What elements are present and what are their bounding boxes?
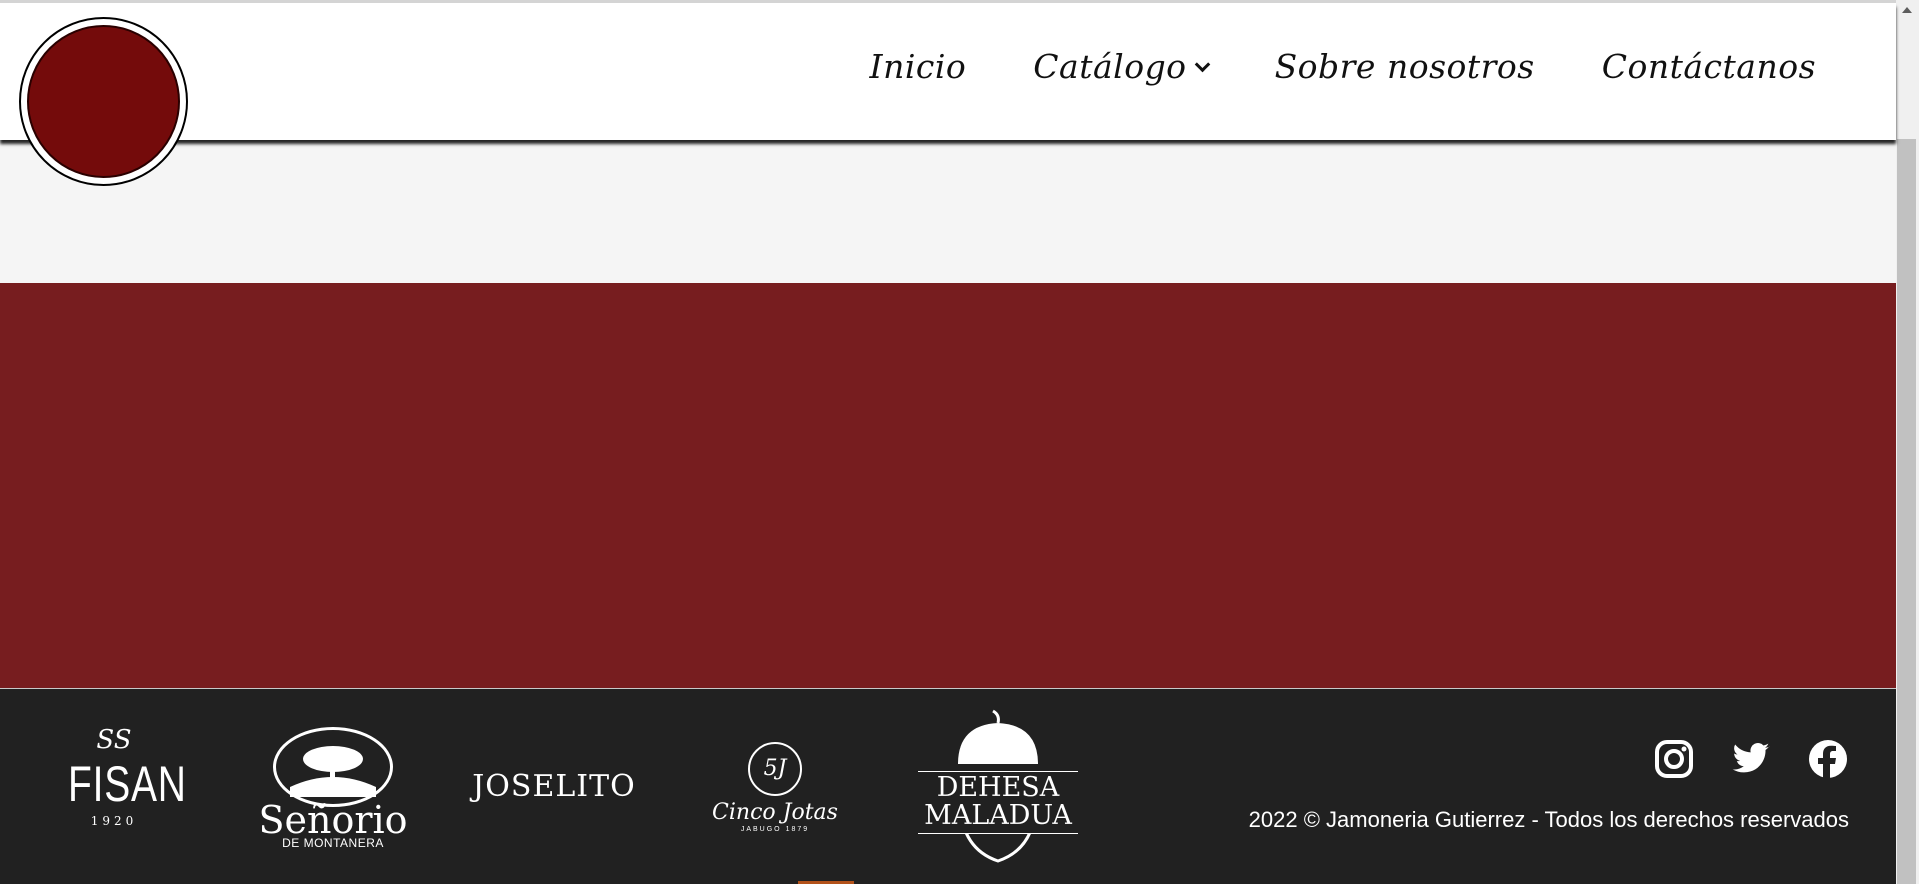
main-nav: Inicio Catálogo Sobre nosotros Contáctan… (870, 47, 1816, 86)
social-links (1654, 739, 1848, 779)
hero-spacer (0, 140, 1896, 283)
facebook-icon[interactable] (1808, 739, 1848, 779)
brand-logo-senorio[interactable]: Señorio DE MONTANERA (258, 727, 408, 849)
brand-logo-joselito[interactable]: JOSELITO (470, 772, 638, 802)
brand-logo-fisan[interactable]: SS FISAN 1920 (55, 725, 187, 828)
dehesa-wordmark: DEHESA MALADUA (918, 771, 1078, 834)
tree-icon (273, 727, 393, 807)
brand-logo-cinco-jotas[interactable]: 5J Cinco Jotas JABUGO 1879 (705, 742, 845, 833)
senorio-name: Señorio (258, 798, 408, 842)
nav-inicio[interactable]: Inicio (870, 47, 967, 86)
fisan-year: 1920 (90, 814, 138, 828)
fisan-name: FISAN (67, 756, 187, 812)
copyright-text: 2022 © Jamoneria Gutierrez - Todos los d… (1248, 807, 1849, 832)
brand-logo-dehesa[interactable]: DEHESA MALADUA (918, 709, 1078, 864)
nav-catalogo[interactable]: Catálogo (1033, 47, 1210, 86)
nav-inicio-label: Inicio (869, 47, 967, 86)
dehesa-line2: MALADUA (924, 800, 1072, 832)
fisan-monogram: SS (96, 725, 132, 755)
site-logo[interactable] (19, 17, 188, 186)
cinco-sub: JABUGO 1879 (740, 826, 810, 833)
red-content-band (0, 283, 1896, 689)
logo-disc (27, 25, 180, 178)
chevron-down-icon (1194, 56, 1210, 73)
cinco-name: Cinco Jotas (712, 800, 838, 825)
nav-sobre-nosotros-label: Sobre nosotros (1274, 47, 1535, 86)
site-header: Inicio Catálogo Sobre nosotros Contáctan… (0, 3, 1896, 140)
nav-sobre-nosotros[interactable]: Sobre nosotros (1275, 47, 1535, 86)
scrollbar-thumb[interactable] (1897, 139, 1916, 884)
page: Inicio Catálogo Sobre nosotros Contáctan… (0, 0, 1919, 884)
instagram-icon[interactable] (1654, 739, 1694, 779)
joselito-name: JOSELITO (472, 769, 636, 804)
page-scrollbar[interactable] (1896, 0, 1919, 884)
site-footer: SS FISAN 1920 Señorio DE MONTANERA JOSEL… (0, 689, 1896, 884)
nav-contactanos-label: Contáctanos (1601, 47, 1816, 86)
nav-catalogo-label: Catálogo (1033, 47, 1187, 86)
cinco-badge-text: 5J (763, 756, 787, 781)
twitter-icon[interactable] (1731, 739, 1771, 779)
nav-contactanos[interactable]: Contáctanos (1602, 47, 1816, 86)
cinco-badge: 5J (748, 742, 802, 796)
dehesa-line1: DEHESA (936, 772, 1060, 803)
scroll-up-arrow-icon[interactable] (1902, 7, 1912, 13)
